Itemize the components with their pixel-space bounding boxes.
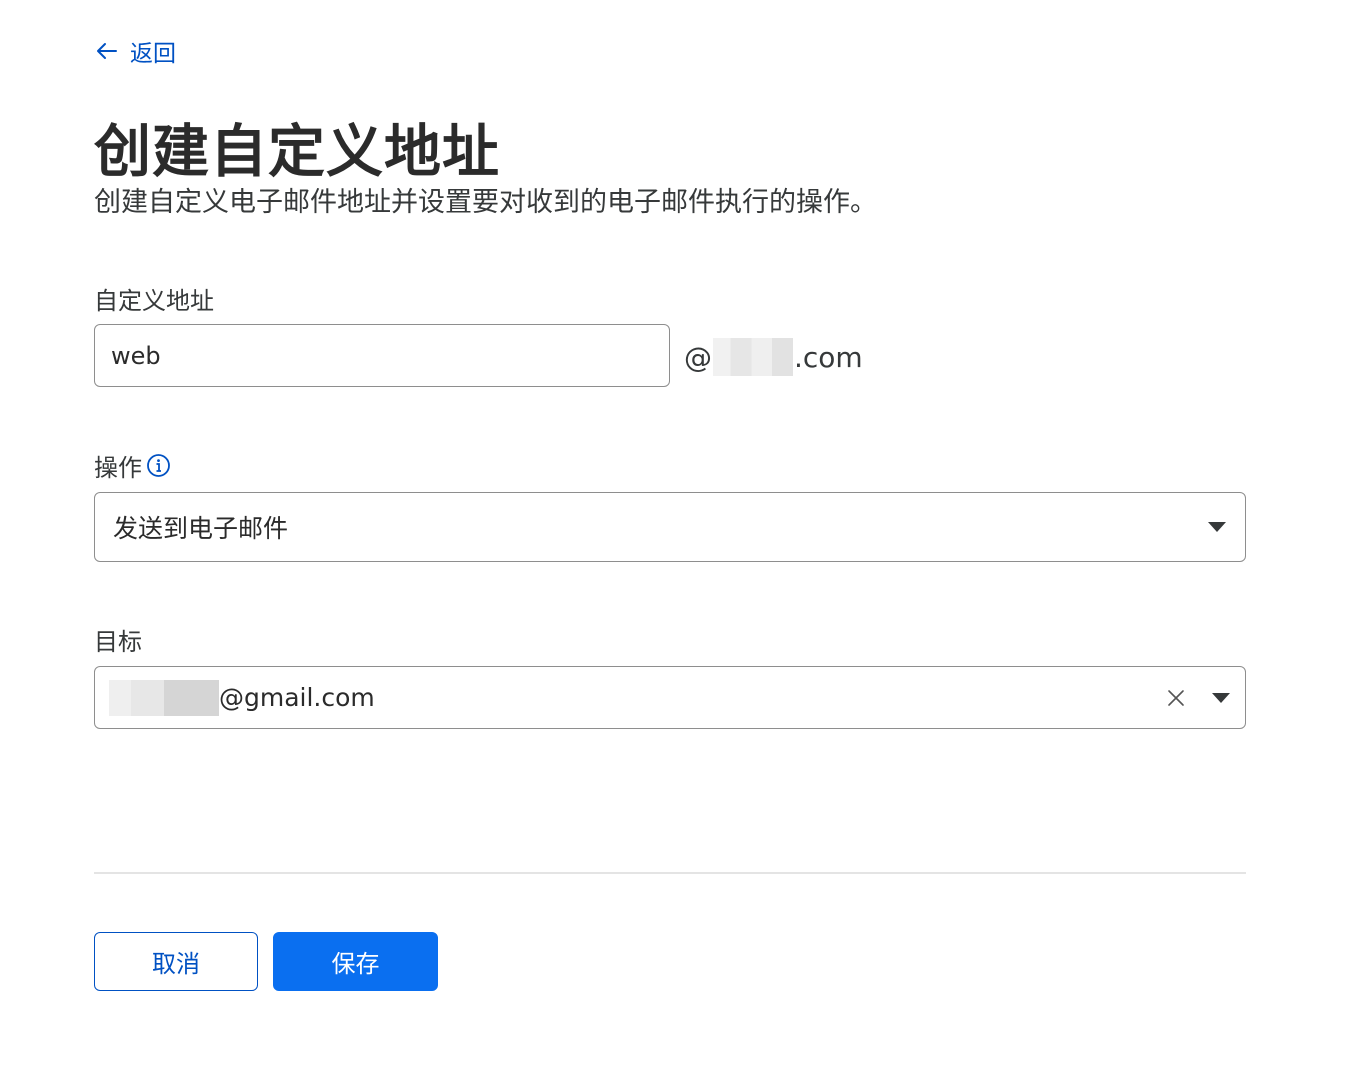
clear-icon[interactable] (1167, 689, 1185, 707)
redacted-domain (713, 338, 793, 376)
info-circle-icon[interactable] (146, 453, 171, 478)
page-subtitle: 创建自定义电子邮件地址并设置要对收到的电子邮件执行的操作。 (94, 187, 877, 218)
target-label-text: 目标 (94, 628, 142, 656)
caret-down-icon (1212, 692, 1230, 703)
domain-tld: .com (794, 340, 863, 374)
target-selected-value: @gmail.com (109, 679, 1167, 716)
custom-address-input[interactable] (94, 324, 670, 387)
action-select[interactable]: 发送到电子邮件 (94, 492, 1246, 562)
back-label: 返回 (130, 41, 176, 67)
action-label: 操作 (94, 448, 171, 483)
arrow-left-icon (97, 43, 117, 59)
action-label-text: 操作 (94, 454, 142, 482)
at-sign: @ (684, 340, 712, 374)
target-select[interactable]: @gmail.com (94, 666, 1246, 729)
page-title: 创建自定义地址 (94, 119, 500, 185)
create-custom-address-page: 返回 创建自定义地址 创建自定义电子邮件地址并设置要对收到的电子邮件执行的操作。… (0, 0, 1360, 1065)
domain-suffix: @ .com (684, 338, 863, 376)
save-button[interactable]: 保存 (273, 932, 438, 991)
back-link[interactable]: 返回 (94, 34, 176, 68)
target-email-domain: @gmail.com (219, 683, 375, 712)
caret-down-icon (1208, 522, 1226, 532)
cancel-button[interactable]: 取消 (94, 932, 258, 991)
action-selected-value: 发送到电子邮件 (113, 514, 289, 543)
target-label: 目标 (94, 622, 142, 657)
redacted-email-user (109, 679, 219, 716)
divider (94, 872, 1246, 874)
custom-address-label-text: 自定义地址 (94, 287, 214, 315)
custom-address-label: 自定义地址 (94, 281, 214, 316)
